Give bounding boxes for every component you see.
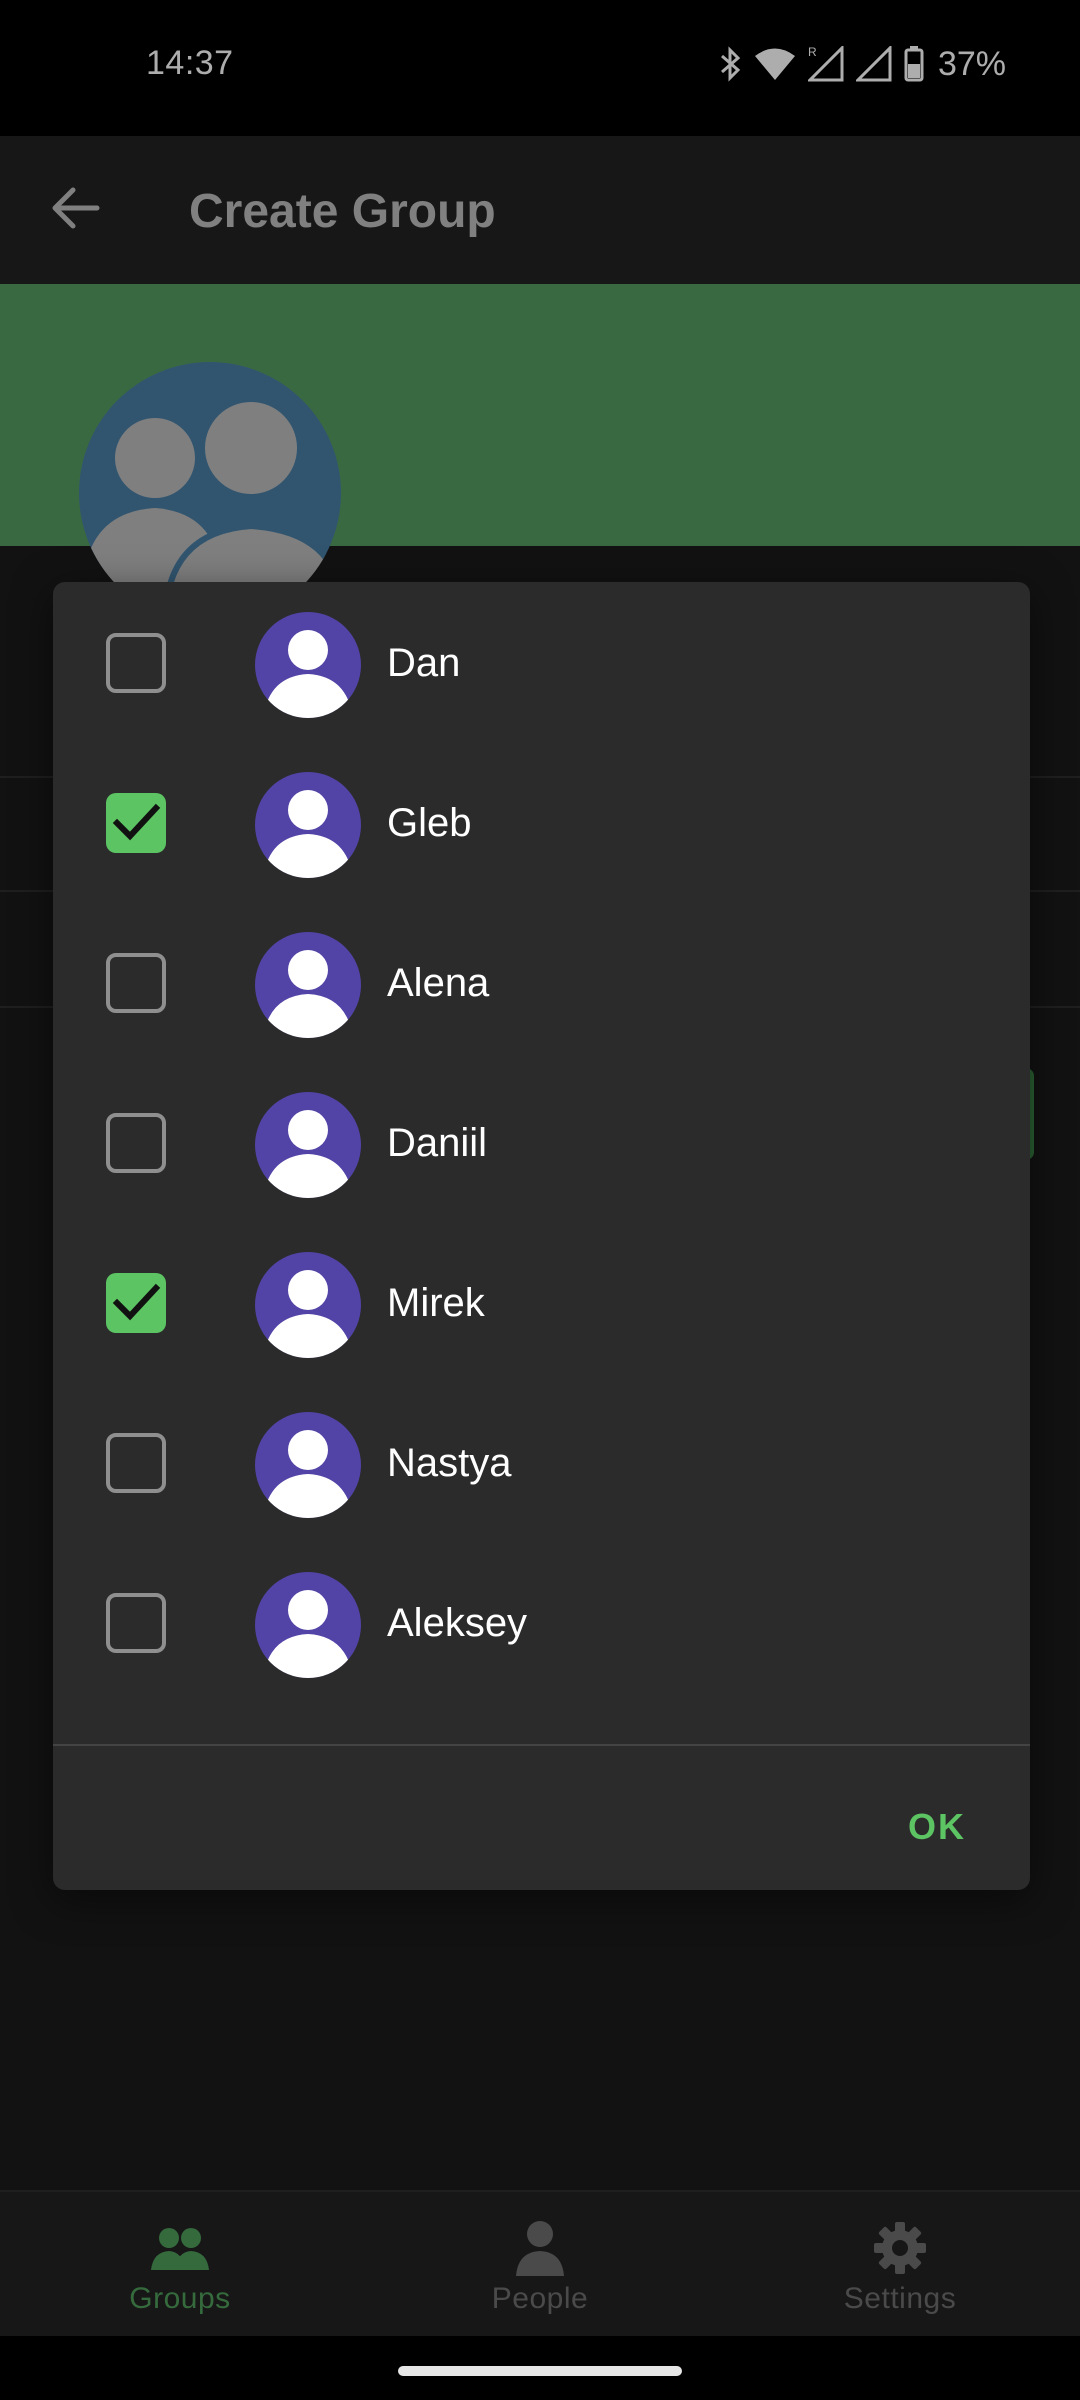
member-name: Mirek <box>387 1281 485 1325</box>
member-row-aleksey[interactable]: Aleksey <box>53 1545 1030 1705</box>
person-avatar-icon <box>255 1092 361 1198</box>
dialog-divider <box>53 1744 1030 1746</box>
select-members-dialog: Dan Gleb Alena Daniil Mirek Nastya Aleks… <box>53 582 1030 1890</box>
person-avatar-icon <box>255 1572 361 1678</box>
member-row-gleb[interactable]: Gleb <box>53 745 1030 905</box>
member-list: Dan Gleb Alena Daniil Mirek Nastya Aleks… <box>53 582 1030 1744</box>
person-avatar-icon <box>255 932 361 1038</box>
person-avatar-icon <box>255 1252 361 1358</box>
member-checkbox[interactable] <box>106 1593 166 1653</box>
member-checkbox[interactable] <box>106 953 166 1013</box>
ok-button[interactable]: OK <box>892 1797 982 1857</box>
member-name: Nastya <box>387 1441 512 1485</box>
member-row-alena[interactable]: Alena <box>53 905 1030 1065</box>
member-row-dan[interactable]: Dan <box>53 585 1030 745</box>
member-name: Aleksey <box>387 1601 528 1645</box>
member-row-daniil[interactable]: Daniil <box>53 1065 1030 1225</box>
member-row-nastya[interactable]: Nastya <box>53 1385 1030 1545</box>
person-avatar-icon <box>255 612 361 718</box>
member-name: Dan <box>387 641 461 685</box>
gesture-area <box>0 2336 1080 2400</box>
member-name: Alena <box>387 961 490 1005</box>
checkmark-icon <box>112 803 161 841</box>
member-checkbox[interactable] <box>106 1273 166 1333</box>
member-name: Daniil <box>387 1121 488 1165</box>
create-group-screen: 14:37 R 37% Create Group Groups People S… <box>0 0 1080 2400</box>
member-checkbox[interactable] <box>106 1113 166 1173</box>
member-checkbox[interactable] <box>106 633 166 693</box>
member-checkbox[interactable] <box>106 793 166 853</box>
checkmark-icon <box>112 1283 161 1321</box>
person-avatar-icon <box>255 1412 361 1518</box>
member-name: Gleb <box>387 801 472 845</box>
person-avatar-icon <box>255 772 361 878</box>
member-checkbox[interactable] <box>106 1433 166 1493</box>
member-row-mirek[interactable]: Mirek <box>53 1225 1030 1385</box>
home-gesture-bar[interactable] <box>398 2366 682 2376</box>
